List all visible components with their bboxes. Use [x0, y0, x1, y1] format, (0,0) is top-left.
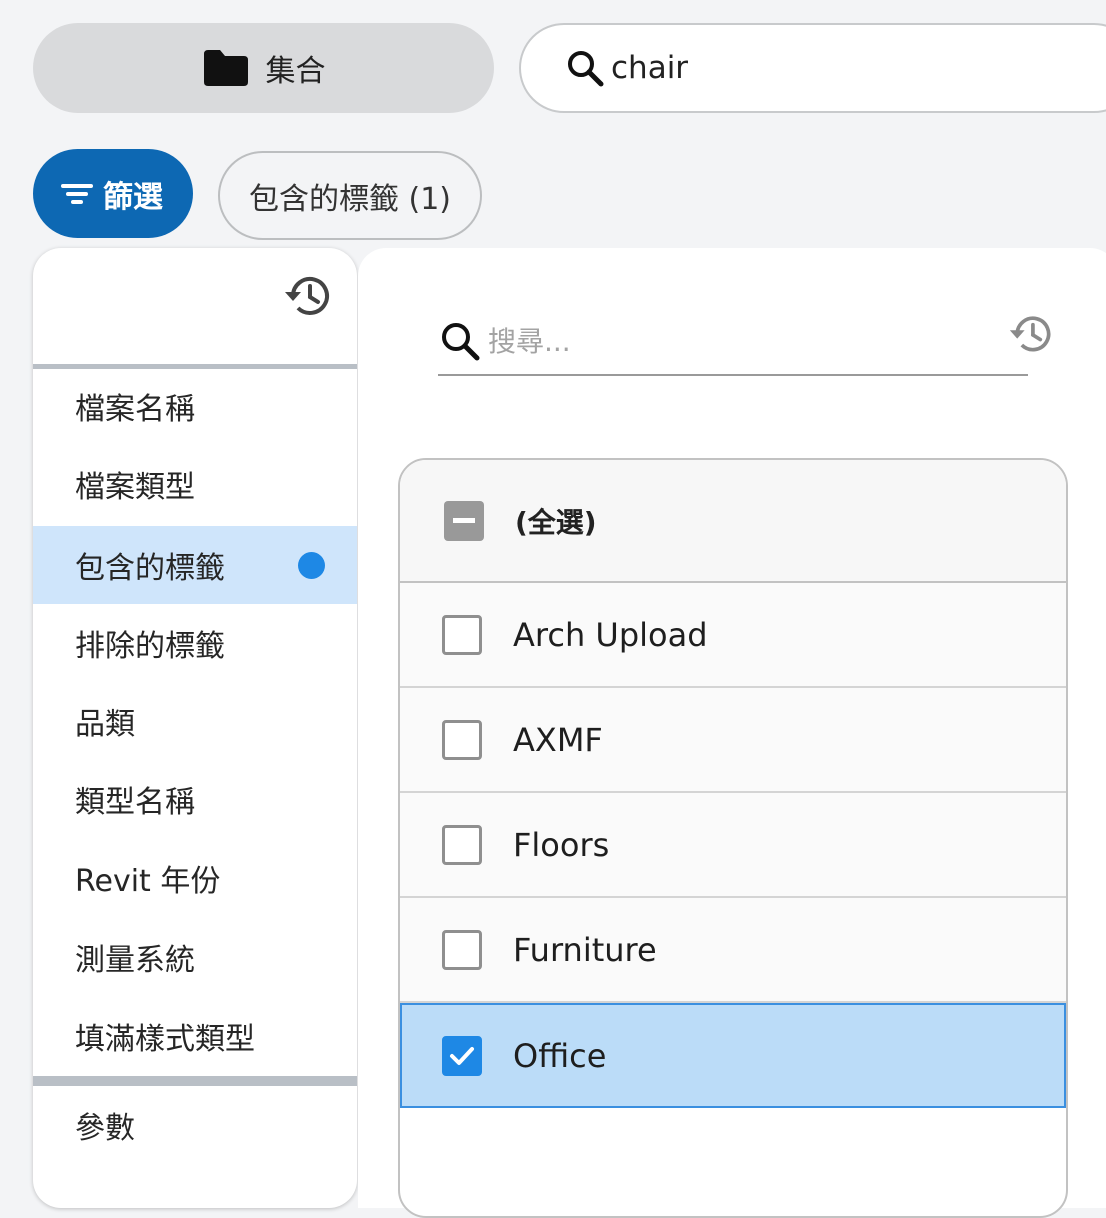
- value-checkbox[interactable]: [442, 719, 482, 760]
- value-row-floors[interactable]: Floors: [400, 793, 1066, 898]
- value-row-axmf[interactable]: AXMF: [400, 688, 1066, 793]
- value-label: Office: [513, 1036, 607, 1075]
- search-icon: [568, 51, 604, 87]
- select-all-checkbox[interactable]: [444, 500, 484, 541]
- value-label: Furniture: [513, 930, 657, 969]
- field-item-included-tags[interactable]: 包含的標籤: [33, 526, 357, 604]
- value-row-furniture[interactable]: Furniture: [400, 898, 1066, 1003]
- value-list: (全選) Arch Upload AXMF Floors Furniture O…: [398, 458, 1068, 1218]
- active-filter-chip[interactable]: 包含的標籤 (1): [218, 151, 482, 240]
- history-icon: [285, 276, 329, 315]
- field-item-label: 填滿樣式類型: [75, 1022, 255, 1057]
- value-checkbox[interactable]: [442, 929, 482, 970]
- folder-icon: [203, 50, 248, 86]
- history-button[interactable]: [283, 270, 335, 322]
- value-row-arch-upload[interactable]: Arch Upload: [400, 583, 1066, 688]
- global-search-input[interactable]: [611, 50, 1011, 86]
- value-checkbox[interactable]: [442, 824, 482, 865]
- select-all-label: (全選): [515, 505, 597, 539]
- field-item-label: 參數: [75, 1111, 135, 1146]
- field-item-category[interactable]: 品類: [33, 682, 357, 760]
- collection-label: 集合: [265, 54, 326, 89]
- filter-value-panel: (全選) Arch Upload AXMF Floors Furniture O…: [358, 248, 1106, 1218]
- field-item-revit-year[interactable]: Revit 年份: [33, 839, 357, 917]
- select-all-row[interactable]: (全選): [400, 460, 1066, 583]
- value-search-field[interactable]: [438, 308, 1028, 376]
- field-item-label: 包含的標籤: [75, 551, 225, 586]
- value-search-input[interactable]: [488, 324, 888, 358]
- active-indicator-dot: [298, 552, 325, 579]
- value-row-office[interactable]: Office: [400, 1003, 1066, 1108]
- search-icon: [442, 323, 480, 361]
- value-checkbox[interactable]: [442, 614, 482, 655]
- value-checkbox-checked[interactable]: [442, 1035, 482, 1076]
- active-filter-chip-label: 包含的標籤 (1): [248, 181, 452, 217]
- value-history-button[interactable]: [1008, 310, 1056, 358]
- field-item-file-name[interactable]: 檔案名稱: [33, 367, 357, 445]
- field-item-file-type[interactable]: 檔案類型: [33, 445, 357, 523]
- value-label: AXMF: [513, 720, 603, 759]
- global-search-bar[interactable]: [519, 23, 1106, 113]
- field-item-label: Revit 年份: [75, 864, 221, 899]
- field-item-parameters[interactable]: 參數: [33, 1086, 357, 1164]
- field-item-type-name[interactable]: 類型名稱: [33, 760, 357, 838]
- field-item-measurement-system[interactable]: 測量系統: [33, 918, 357, 996]
- field-item-label: 檔案名稱: [75, 392, 195, 427]
- filter-button[interactable]: 篩選: [33, 149, 193, 238]
- checkmark-icon: [450, 1046, 474, 1065]
- value-label: Arch Upload: [513, 615, 708, 654]
- value-label: Floors: [513, 825, 610, 864]
- field-item-label: 類型名稱: [75, 785, 195, 820]
- filter-button-label: 篩選: [103, 179, 163, 215]
- field-item-label: 排除的標籤: [75, 629, 225, 664]
- filter-field-panel: 檔案名稱 檔案類型 包含的標籤 排除的標籤 品類 類型名稱 Revit 年份 測…: [33, 248, 357, 1208]
- field-item-label: 品類: [75, 707, 135, 742]
- divider: [33, 1076, 357, 1086]
- field-item-excluded-tags[interactable]: 排除的標籤: [33, 604, 357, 682]
- collection-button[interactable]: 集合: [33, 23, 494, 113]
- field-item-label: 檔案類型: [75, 470, 195, 505]
- history-icon: [1009, 316, 1051, 352]
- field-item-fill-pattern-type[interactable]: 填滿樣式類型: [33, 997, 357, 1075]
- field-item-label: 測量系統: [75, 943, 195, 978]
- filter-icon: [61, 183, 93, 204]
